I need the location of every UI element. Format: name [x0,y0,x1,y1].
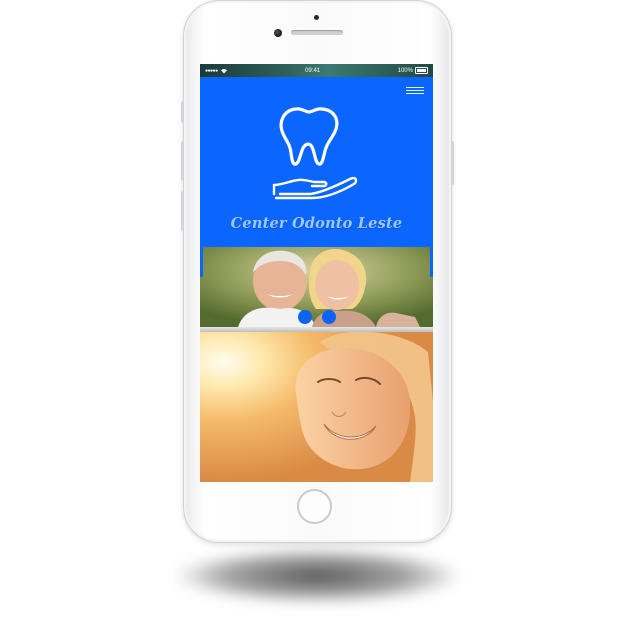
brand-name: Center Odonto Leste [230,215,403,232]
image-slider[interactable] [200,247,433,327]
slider-edge-left [200,247,203,277]
power-button [451,141,454,185]
phone-floor-shadow [175,548,460,604]
front-camera-icon [274,29,282,37]
status-time: 09:41 [305,67,321,74]
volume-up-button [181,141,184,181]
slider-edge-right [430,247,433,277]
mute-switch [181,101,184,123]
phone-frame: ●●●●● 09:41 100% Center Odonto Leste [181,0,454,543]
volume-down-button [181,191,184,231]
slider-dot-2[interactable] [322,310,336,324]
hamburger-menu-icon[interactable] [406,85,424,96]
battery-percent: 100% [397,67,413,74]
app-header: Center Odonto Leste [200,77,433,247]
slider-dot-1[interactable] [298,310,312,324]
photo-smiling-woman [200,332,433,482]
earpiece-speaker [291,30,343,35]
wifi-icon [220,68,227,73]
proximity-sensor [314,15,319,20]
status-bar: ●●●●● 09:41 100% [200,64,433,77]
home-button[interactable] [297,489,332,524]
banner-image [200,332,433,482]
signal-strength-icon: ●●●●● [205,67,218,74]
photo-elderly-couple [200,247,433,327]
phone-screen: ●●●●● 09:41 100% Center Odonto Leste [200,64,433,482]
tooth-in-hand-icon [272,107,358,200]
battery-icon [414,67,428,74]
